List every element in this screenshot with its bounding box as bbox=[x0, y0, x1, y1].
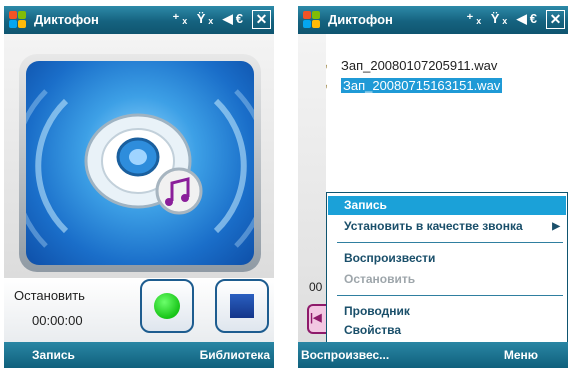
app-title: Диктофон bbox=[328, 12, 393, 27]
softkey-library[interactable]: Библиотека bbox=[200, 348, 270, 362]
record-dot-icon bbox=[154, 293, 180, 319]
title-bar: Диктофон ⁺ₓ Ÿₓ ◀€ ✕ bbox=[298, 6, 568, 34]
status-icons[interactable]: ⁺ₓ Ÿₓ ◀€ bbox=[466, 11, 540, 27]
recorder-artwork bbox=[26, 61, 254, 265]
close-icon[interactable]: ✕ bbox=[546, 10, 565, 29]
softkey-bar: Воспроизвес... Меню bbox=[298, 342, 568, 368]
softkey-bar: Запись Библиотека bbox=[4, 342, 274, 368]
previous-button[interactable] bbox=[307, 304, 327, 334]
record-button[interactable] bbox=[140, 279, 194, 333]
stop-button[interactable] bbox=[215, 279, 269, 333]
artwork-area bbox=[4, 34, 274, 278]
softkey-play[interactable]: Воспроизвес... bbox=[301, 348, 389, 362]
close-icon[interactable]: ✕ bbox=[252, 10, 271, 29]
menu-separator bbox=[337, 295, 563, 296]
elapsed-time: 00:00:00 bbox=[32, 313, 83, 328]
file-item[interactable]: ♪ Зап_20080107205911.wav bbox=[314, 56, 548, 76]
library-screen: Диктофон ⁺ₓ Ÿₓ ◀€ ✕ ♪ Зап_20080107205911… bbox=[298, 6, 568, 368]
context-menu: Запись Установить в качестве звонка ▶ Во… bbox=[326, 192, 568, 342]
status-icons[interactable]: ⁺ₓ Ÿₓ ◀€ bbox=[172, 11, 246, 27]
file-name: Зап_20080715163151.wav bbox=[341, 78, 503, 93]
menu-item-properties[interactable]: Свойства bbox=[328, 321, 566, 340]
softkey-menu[interactable]: Меню bbox=[504, 348, 538, 362]
recorder-artwork-frame bbox=[19, 54, 261, 272]
softkey-record[interactable]: Запись bbox=[32, 348, 75, 362]
file-name: Зап_20080107205911.wav bbox=[341, 58, 498, 73]
file-item-selected[interactable]: ♪ Зап_20080715163151.wav bbox=[314, 76, 548, 96]
elapsed-time-partial: 00 bbox=[309, 280, 323, 294]
app-title: Диктофон bbox=[34, 12, 99, 27]
menu-item-explorer[interactable]: Проводник bbox=[328, 302, 566, 321]
menu-item-set-as-ringtone[interactable]: Установить в качестве звонка ▶ bbox=[328, 217, 566, 236]
title-bar: Диктофон ⁺ₓ Ÿₓ ◀€ ✕ bbox=[4, 6, 274, 34]
menu-separator bbox=[337, 242, 563, 243]
submenu-arrow-icon: ▶ bbox=[552, 221, 560, 232]
file-list: ♪ Зап_20080107205911.wav ♪ Зап_200807151… bbox=[314, 56, 548, 96]
windows-start-icon[interactable] bbox=[302, 10, 322, 30]
menu-item-record[interactable]: Запись bbox=[328, 196, 566, 215]
menu-item-label: Установить в качестве звонка bbox=[344, 219, 523, 233]
background-panel bbox=[298, 34, 326, 342]
voice-recorder-screen: Диктофон ⁺ₓ Ÿₓ ◀€ ✕ Остановить 00:00:00 … bbox=[4, 6, 274, 368]
menu-item-play[interactable]: Воспроизвести bbox=[328, 249, 566, 268]
menu-item-stop: Остановить bbox=[344, 272, 416, 286]
control-area: Остановить 00:00:00 bbox=[4, 278, 274, 342]
windows-start-icon[interactable] bbox=[8, 10, 28, 30]
recorder-disc-icon bbox=[26, 89, 254, 248]
stop-square-icon bbox=[230, 294, 254, 318]
recording-status: Остановить bbox=[14, 288, 85, 303]
